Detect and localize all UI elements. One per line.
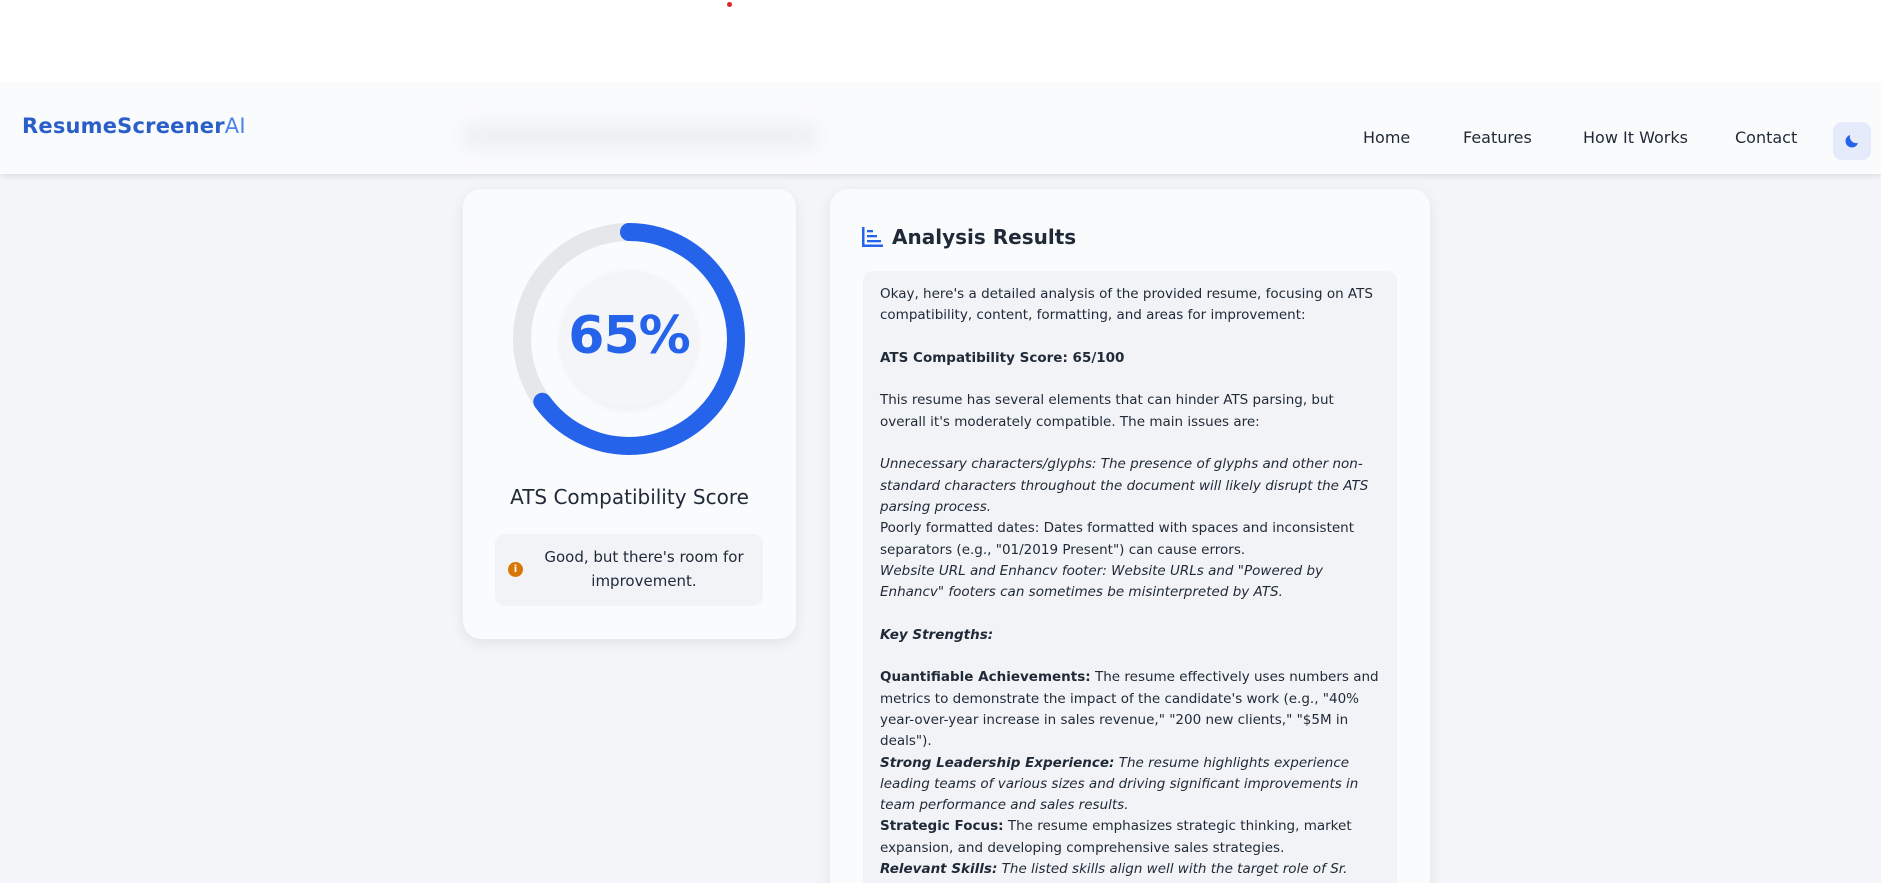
top-strip — [0, 0, 1881, 84]
analysis-title: Analysis Results — [892, 225, 1077, 249]
score-gauge: 65% — [511, 221, 747, 457]
nav-contact[interactable]: Contact — [1735, 128, 1797, 147]
header-blur — [460, 124, 820, 148]
issue-item: Poorly formatted dates: Dates formatted … — [880, 520, 1355, 558]
strength-item: Strong Leadership Experience: The resume… — [880, 753, 1381, 817]
score-note: i Good, but there's room for improvement… — [495, 534, 763, 606]
analysis-intro: Okay, here's a detailed analysis of the … — [880, 286, 1373, 324]
analysis-card: Analysis Results Okay, here's a detailed… — [830, 189, 1430, 883]
strengths-heading: Key Strengths: — [880, 626, 994, 643]
nav-home[interactable]: Home — [1363, 128, 1410, 147]
strength-item: Relevant Skills: The listed skills align… — [880, 859, 1381, 883]
strength-item: Strategic Focus: The resume emphasizes s… — [880, 816, 1381, 859]
score-card: 65% ATS Compatibility Score i Good, but … — [463, 189, 796, 639]
strength-label: Strong Leadership Experience: — [880, 754, 1115, 771]
chart-bar-icon — [862, 227, 883, 247]
moon-icon — [1845, 135, 1858, 148]
strength-item: Quantifiable Achievements: The resume ef… — [880, 667, 1381, 752]
issue-item: Unnecessary characters/glyphs: The prese… — [880, 456, 1369, 515]
nav-features[interactable]: Features — [1463, 128, 1532, 147]
analysis-summary: This resume has several elements that ca… — [880, 392, 1334, 430]
brand-name-part2: AI — [224, 114, 246, 138]
ats-score-heading: ATS Compatibility Score: 65/100 — [880, 349, 1125, 366]
issue-item: Website URL and Enhancv footer: Website … — [880, 562, 1324, 601]
brand-name-part1: ResumeScreener — [22, 114, 225, 138]
score-title: ATS Compatibility Score — [510, 485, 749, 509]
site-header: ResumeScreenerAI Home Features How It Wo… — [0, 84, 1881, 174]
cursor-dot — [727, 2, 732, 7]
info-icon: i — [508, 562, 523, 577]
theme-toggle-button[interactable] — [1833, 122, 1871, 160]
strength-label: Relevant Skills: — [880, 861, 998, 878]
analysis-content: Okay, here's a detailed analysis of the … — [863, 271, 1397, 883]
score-note-text: Good, but there's room for improvement. — [544, 548, 744, 590]
brand-logo[interactable]: ResumeScreenerAI — [22, 114, 246, 138]
strength-label: Strategic Focus: — [880, 818, 1004, 835]
strength-label: Quantifiable Achievements: — [880, 669, 1091, 686]
nav-how-it-works[interactable]: How It Works — [1583, 128, 1688, 147]
score-value: 65% — [568, 306, 690, 366]
